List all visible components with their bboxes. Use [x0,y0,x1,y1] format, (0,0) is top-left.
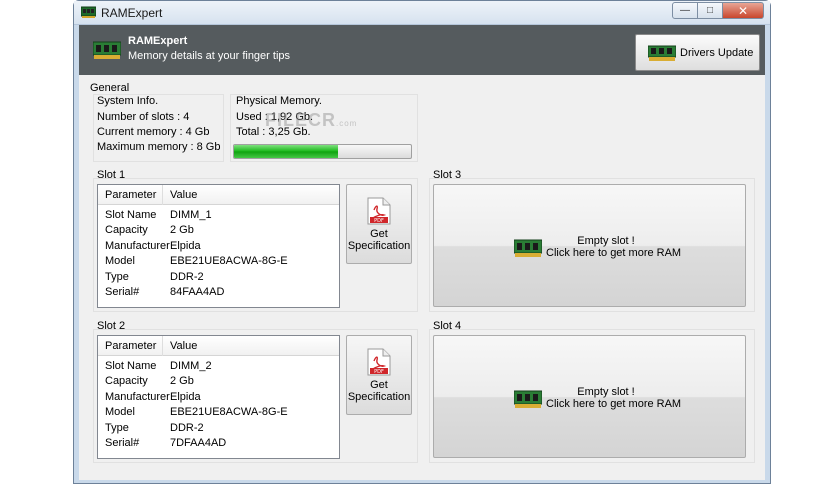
table-row[interactable]: Manufacturer Elpida [98,240,339,256]
table-row[interactable]: Type DDR-2 [98,271,339,287]
header-title: RAMExpert [128,35,188,47]
slot-3-empty-button[interactable]: Empty slot ! Click here to get more RAM [433,184,746,307]
window-title: RAMExpert [101,6,163,20]
ram-module-icon [514,390,542,408]
value-column-header: Value [170,189,198,201]
table-header: Parameter Value [98,336,339,356]
slot-1-get-specification-button[interactable]: PDF Get Specification [346,184,412,264]
parameter-column-header: Parameter [105,340,157,352]
slot-2-table: Parameter Value Slot Name DIMM_2 Capacity… [97,335,340,459]
table-row[interactable]: Manufacturer Elpida [98,391,339,407]
memory-usage-bar [233,144,412,159]
drivers-update-button[interactable]: Drivers Update [635,34,760,71]
table-row[interactable]: Model EBE21UE8ACWA-8G-E [98,406,339,422]
spec-label-line1: Get [370,228,388,240]
ram-module-icon [514,239,542,257]
close-button[interactable]: ✕ [722,2,764,19]
get-more-ram-text: Click here to get more RAM [546,247,682,259]
app-window: RAMExpert — □ ✕ RAMExpert Memory details… [73,0,771,484]
system-info-panel: System Info. Number of slots : 4 Current… [93,94,224,162]
table-row[interactable]: Serial# 84FAA4AD [98,286,339,302]
spec-label-line2: Specification [347,391,411,403]
svg-text:PDF: PDF [374,218,384,224]
slot-2-get-specification-button[interactable]: PDF Get Specification [346,335,412,415]
app-header: RAMExpert Memory details at your finger … [79,25,765,75]
table-row[interactable]: Model EBE21UE8ACWA-8G-E [98,255,339,271]
system-info-label: System Info. [97,95,159,107]
empty-slot-text: Empty slot ! [577,235,635,247]
title-bar[interactable]: RAMExpert — □ ✕ [74,1,770,25]
ram-module-icon [648,45,676,61]
minimize-button[interactable]: — [672,2,698,19]
table-header: Parameter Value [98,185,339,205]
table-row[interactable]: Serial# 7DFAA4AD [98,437,339,453]
spec-label-line2: Specification [347,240,411,252]
maximum-memory-text: Maximum memory : 8 Gb [97,141,221,153]
header-subtitle: Memory details at your finger tips [128,50,291,62]
general-group-label: General [90,82,130,94]
current-memory-text: Current memory : 4 Gb [97,126,210,138]
parameter-column-header: Parameter [105,189,157,201]
client-area: RAMExpert Memory details at your finger … [79,25,765,480]
table-row[interactable]: Capacity 2 Gb [98,375,339,391]
get-more-ram-text: Click here to get more RAM [546,398,682,410]
table-row[interactable]: Type DDR-2 [98,422,339,438]
physical-memory-label: Physical Memory. [236,95,322,107]
drivers-update-label: Drivers Update [680,46,754,59]
maximize-button[interactable]: □ [697,2,723,19]
caption-buttons: — □ ✕ [672,2,764,19]
slot-4-empty-button[interactable]: Empty slot ! Click here to get more RAM [433,335,746,458]
pdf-icon: PDF [367,197,391,225]
table-row[interactable]: Slot Name DIMM_2 [98,360,339,376]
slot-1-table: Parameter Value Slot Name DIMM_1 Capacity… [97,184,340,308]
pdf-icon: PDF [367,348,391,376]
empty-slot-text: Empty slot ! [577,386,635,398]
table-row[interactable]: Slot Name DIMM_1 [98,209,339,225]
spec-label-line1: Get [370,379,388,391]
slot-count-text: Number of slots : 4 [97,111,190,123]
table-row[interactable]: Capacity 2 Gb [98,224,339,240]
ram-module-icon [81,6,96,18]
ram-module-icon [93,41,121,59]
svg-text:PDF: PDF [374,369,384,375]
memory-usage-fill [234,145,339,158]
watermark: FILECR.com [265,110,358,130]
value-column-header: Value [170,340,198,352]
